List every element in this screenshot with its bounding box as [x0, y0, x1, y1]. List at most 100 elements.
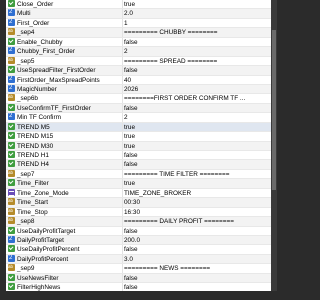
param-value[interactable]: true: [124, 179, 269, 188]
param-row[interactable]: Time_Stop 16:30: [6, 207, 271, 218]
enum-icon: [8, 188, 15, 196]
param-value[interactable]: 40: [124, 76, 269, 85]
param-row[interactable]: FilterHighNews false: [6, 283, 271, 291]
param-row[interactable]: DailyProfitPercent 3.0: [6, 254, 271, 265]
param-row[interactable]: MagicNumber 2026: [6, 84, 271, 95]
column-divider: [122, 113, 123, 122]
param-row[interactable]: TREND H1 false: [6, 151, 271, 161]
param-value[interactable]: false: [124, 160, 269, 169]
vertical-scrollbar[interactable]: [271, 0, 277, 291]
param-value[interactable]: 2026: [124, 85, 269, 94]
column-divider: [122, 66, 123, 75]
param-name-cell: FirstOrder_MaxSpreadPoints: [8, 75, 121, 85]
param-value[interactable]: false: [124, 283, 269, 291]
param-row[interactable]: TREND H4 false: [6, 160, 271, 170]
param-row[interactable]: _sep8 ========= DAILY PROFIT ========: [6, 217, 271, 227]
param-row[interactable]: _sep9 ========= NEWS ========: [6, 264, 271, 274]
column-divider: [122, 245, 123, 254]
param-value[interactable]: true: [124, 142, 269, 151]
param-value[interactable]: false: [124, 151, 269, 160]
param-value[interactable]: 200.0: [124, 236, 269, 245]
param-value[interactable]: true: [124, 123, 269, 132]
param-name-cell: Min TF Confirm: [8, 113, 121, 122]
param-value[interactable]: ========= TIME FILTER ========: [124, 170, 269, 179]
param-row[interactable]: Min TF Confirm 2: [6, 113, 271, 123]
param-value[interactable]: 3.0: [124, 255, 269, 264]
param-value[interactable]: false: [124, 274, 269, 283]
param-row[interactable]: UseNewsFilter false: [6, 273, 271, 284]
param-value[interactable]: true: [124, 132, 269, 141]
column-divider: [122, 264, 123, 273]
column-divider: [122, 207, 123, 217]
param-row[interactable]: _sep6b ========FIRST ORDER CONFIRM TF ...: [6, 94, 271, 104]
param-value[interactable]: 16:30: [124, 208, 269, 217]
param-value[interactable]: false: [124, 245, 269, 254]
param-row[interactable]: TREND M30 true: [6, 141, 271, 151]
column-divider: [122, 132, 123, 141]
param-value[interactable]: ========= CHUBBY ========: [124, 28, 269, 37]
param-name: TREND M15: [17, 133, 54, 141]
num-icon: [8, 9, 15, 17]
bool-icon: [8, 66, 15, 74]
param-row[interactable]: First_Order 1: [6, 18, 271, 29]
param-name-cell: _sep6b: [8, 94, 121, 103]
param-value[interactable]: 2.0: [124, 9, 269, 18]
param-value[interactable]: ========= SPREAD ========: [124, 57, 269, 66]
param-row[interactable]: Close_Order true: [6, 0, 271, 10]
column-divider: [122, 169, 123, 179]
param-name: Time_Zone_Mode: [17, 189, 69, 197]
param-row[interactable]: UseSpreadFilter_FirstOrder false: [6, 66, 271, 76]
param-name-cell: DailyProfitTarget: [8, 235, 121, 245]
column-divider: [122, 283, 123, 291]
param-row[interactable]: FirstOrder_MaxSpreadPoints 40: [6, 75, 271, 85]
column-divider: [122, 160, 123, 169]
param-value[interactable]: 1: [124, 19, 269, 28]
param-value[interactable]: false: [124, 66, 269, 75]
param-row[interactable]: TREND M15 true: [6, 132, 271, 142]
param-name: Time_Stop: [17, 208, 48, 216]
param-name: TREND H1: [17, 152, 49, 159]
param-name: TREND M30: [17, 142, 54, 150]
param-name-cell: DailyProfitPercent: [8, 254, 121, 264]
param-row[interactable]: Time_Start 00:30: [6, 198, 271, 208]
param-value[interactable]: 00:30: [124, 198, 269, 207]
param-value[interactable]: 2: [124, 47, 269, 56]
str-icon: [8, 56, 15, 64]
param-value[interactable]: false: [124, 227, 269, 236]
column-divider: [122, 217, 123, 226]
param-row[interactable]: _sep7 ========= TIME FILTER ========: [6, 169, 271, 180]
param-value[interactable]: false: [124, 104, 269, 113]
param-name-cell: _sep5: [8, 56, 121, 66]
param-value[interactable]: false: [124, 38, 269, 47]
param-name-cell: MagicNumber: [8, 84, 121, 94]
column-divider: [122, 235, 123, 245]
num-icon: [8, 254, 15, 262]
param-row[interactable]: Chubby_First_Order 2: [6, 47, 271, 57]
param-row[interactable]: Multi 2.0: [6, 9, 271, 19]
scrollbar-thumb[interactable]: [272, 30, 276, 190]
column-divider: [122, 273, 123, 283]
param-row[interactable]: _sep5 ========= SPREAD ========: [6, 56, 271, 67]
param-value[interactable]: ========FIRST ORDER CONFIRM TF ...: [124, 94, 269, 103]
param-row[interactable]: Enable_Chubby false: [6, 37, 271, 48]
bool-icon: [8, 122, 15, 130]
param-value[interactable]: true: [124, 0, 269, 9]
param-row[interactable]: DailyProfitTarget 200.0: [6, 235, 271, 246]
column-divider: [122, 47, 123, 56]
param-row[interactable]: Time_Filter true: [6, 179, 271, 189]
param-value[interactable]: ========= NEWS ========: [124, 264, 269, 273]
param-name-cell: UseDailyProfitTarget: [8, 226, 121, 236]
column-divider: [122, 18, 123, 28]
param-row[interactable]: TREND M5 true: [6, 122, 271, 133]
param-value[interactable]: ========= DAILY PROFIT ========: [124, 217, 269, 226]
param-row[interactable]: UseDailyProfitPercent false: [6, 245, 271, 255]
param-row[interactable]: UseDailyProfitTarget false: [6, 226, 271, 236]
param-value[interactable]: 2: [124, 113, 269, 122]
param-row[interactable]: UseConfirmTF_FirstOrder false: [6, 103, 271, 114]
num-icon: [8, 235, 15, 243]
str-icon: [8, 94, 15, 102]
param-name-cell: _sep8: [8, 217, 121, 226]
param-row[interactable]: Time_Zone_Mode TIME_ZONE_BROKER: [6, 188, 271, 199]
param-row[interactable]: _sep4 ========= CHUBBY ========: [6, 28, 271, 38]
param-value[interactable]: TIME_ZONE_BROKER: [124, 189, 269, 198]
